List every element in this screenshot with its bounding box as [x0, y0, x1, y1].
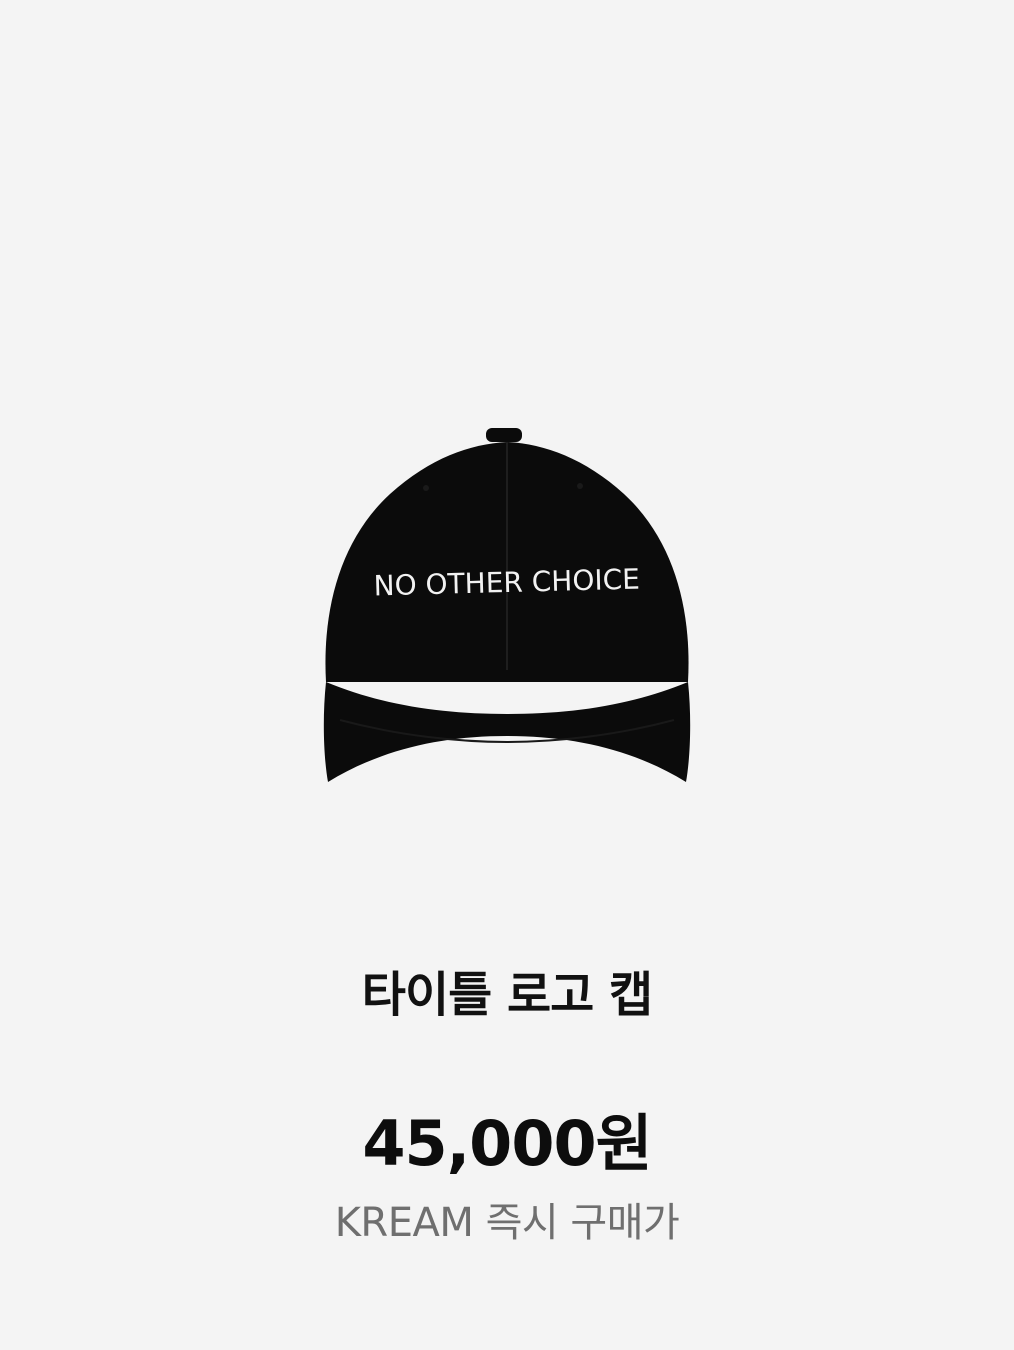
product-price: 45,000원: [362, 1107, 652, 1180]
cap-embroidered-text: NO OTHER CHOICE: [373, 563, 640, 603]
cap-brim: [323, 682, 691, 782]
cap-illustration: NO OTHER CHOICE: [323, 428, 691, 782]
cap-top-button: [486, 428, 522, 442]
price-caption: KREAM 즉시 구매가: [334, 1200, 680, 1246]
product-card[interactable]: NO OTHER CHOICE 타이틀 로고 캡 45,000원 KREAM 즉…: [0, 0, 1014, 1350]
cap-eyelet-left: [423, 485, 429, 491]
cap-eyelet-right: [577, 483, 583, 489]
product-title[interactable]: 타이틀 로고 캡: [0, 955, 1014, 1025]
cap-product-image[interactable]: NO OTHER CHOICE: [300, 420, 714, 800]
